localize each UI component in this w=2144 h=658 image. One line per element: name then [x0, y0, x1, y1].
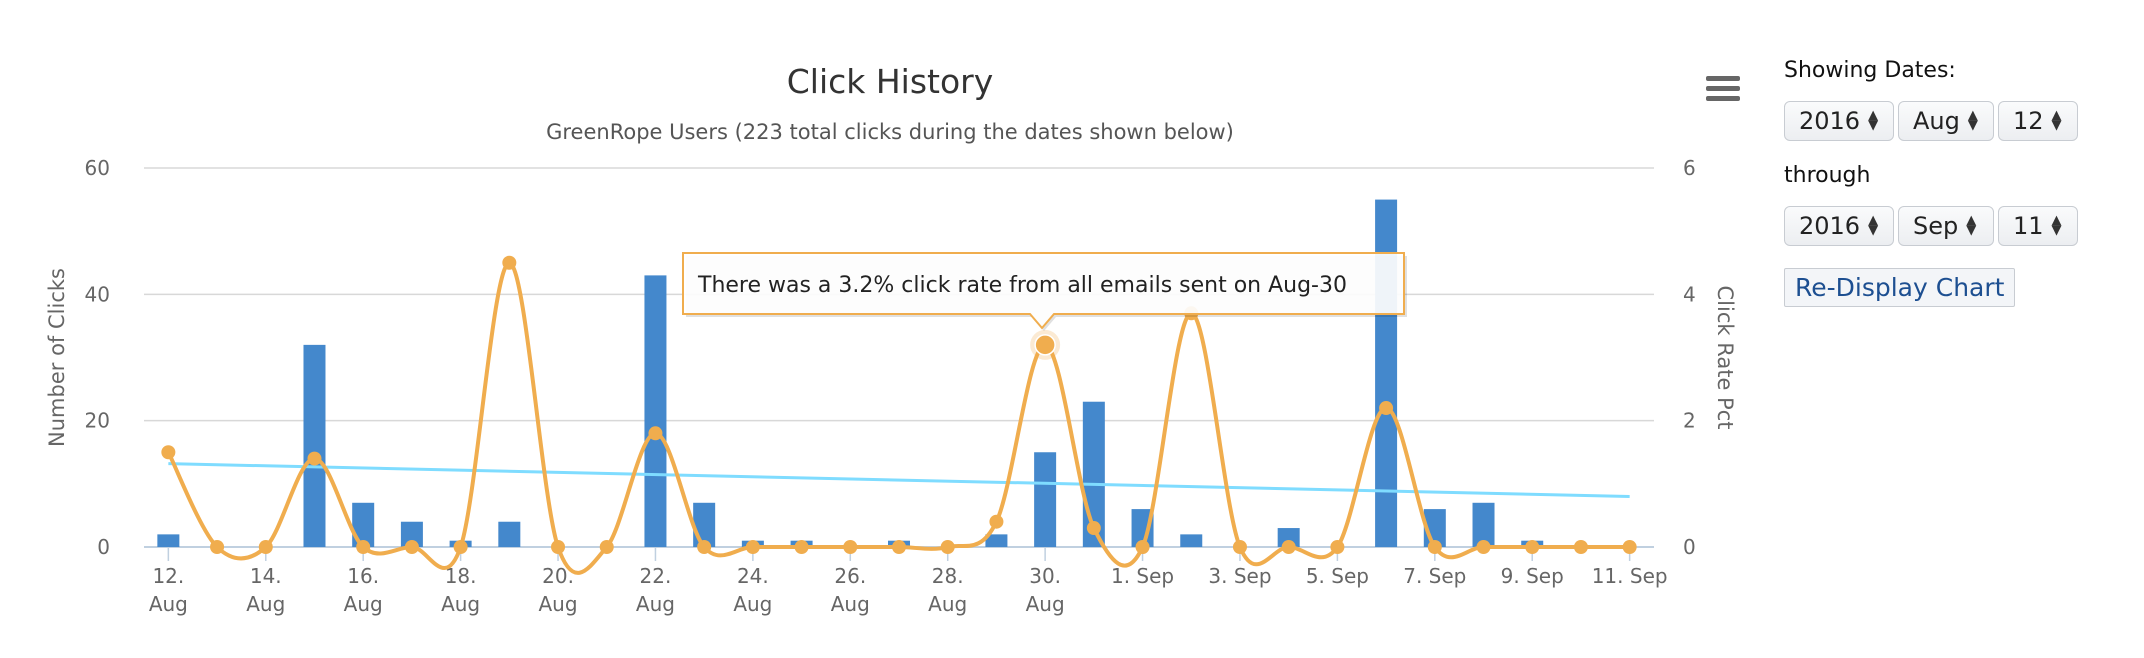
click-rate-point: [1135, 540, 1150, 554]
bar: [303, 344, 326, 547]
y-left-tick-label: 40: [85, 282, 110, 306]
y-right-tick-label: 2: [1683, 409, 1696, 433]
to-day-select[interactable]: 11 ▲ ▼: [1998, 206, 2078, 246]
bar: [498, 521, 521, 547]
bar: [644, 275, 667, 547]
click-rate-point: [1476, 540, 1491, 554]
x-tick-label: Aug: [1026, 592, 1065, 616]
updown-icon: ▲ ▼: [1966, 213, 1977, 238]
click-rate-point: [599, 540, 614, 554]
click-rate-point: [843, 540, 858, 554]
click-rate-point: [745, 540, 760, 554]
updown-icon: ▲ ▼: [2051, 108, 2062, 133]
click-rate-point: [892, 540, 906, 554]
x-tick-label: Aug: [344, 592, 383, 616]
x-tick-label: 16.: [347, 564, 379, 588]
click-rate-point: [453, 540, 468, 554]
y-right-axis-title: Click Rate Pct: [1713, 286, 1737, 430]
click-rate-point: [1622, 540, 1637, 554]
click-rate-point: [356, 540, 371, 554]
click-rate-point: [1086, 521, 1101, 536]
x-tick-label: 24.: [737, 564, 769, 588]
y-left-tick-label: 20: [85, 409, 110, 433]
x-tick-label: 7. Sep: [1403, 564, 1466, 588]
bar: [1180, 534, 1203, 547]
x-tick-label: 9. Sep: [1501, 564, 1564, 588]
click-rate-point: [502, 255, 517, 270]
showing-dates-label: Showing Dates:: [1784, 58, 1956, 83]
x-tick-label: Aug: [831, 592, 870, 616]
click-rate-point: [1379, 401, 1394, 416]
x-tick-label: 30.: [1029, 564, 1061, 588]
click-rate-point: [161, 445, 176, 460]
bar: [1034, 452, 1057, 547]
redisplay-chart-button[interactable]: Re-Display Chart: [1784, 268, 2016, 307]
from-month-select[interactable]: Aug ▲ ▼: [1898, 101, 1994, 141]
x-tick-label: 1. Sep: [1111, 564, 1174, 588]
x-tick-label: Aug: [441, 592, 480, 616]
click-rate-point: [404, 540, 419, 554]
x-tick-label: Aug: [928, 592, 967, 616]
x-tick-label: Aug: [636, 592, 675, 616]
click-rate-point: [258, 540, 273, 554]
updown-icon: ▲ ▼: [1868, 108, 1879, 133]
click-rate-point: [794, 540, 809, 554]
click-rate-point: [1573, 540, 1588, 554]
click-rate-point: [210, 540, 225, 554]
hovered-point: [1034, 334, 1056, 356]
click-rate-point: [1232, 540, 1247, 554]
click-rate-point: [1330, 540, 1345, 554]
through-label: through: [1784, 163, 1871, 188]
x-tick-label: 22.: [640, 564, 672, 588]
y-right-tick-label: 4: [1683, 282, 1696, 306]
y-left-tick-label: 60: [85, 156, 110, 180]
click-rate-point: [307, 451, 322, 466]
from-year-select[interactable]: 2016 ▲ ▼: [1784, 101, 1894, 141]
click-rate-point: [551, 540, 566, 554]
x-tick-label: 26.: [834, 564, 866, 588]
x-tick-label: 3. Sep: [1208, 564, 1271, 588]
chart-title: Click History: [787, 62, 994, 101]
updown-icon: ▲ ▼: [1967, 108, 1978, 133]
bar: [1375, 199, 1398, 548]
x-tick-label: 5. Sep: [1306, 564, 1369, 588]
x-tick-label: Aug: [539, 592, 578, 616]
click-rate-point: [940, 540, 955, 554]
x-tick-label: Aug: [246, 592, 285, 616]
x-tick-label: 14.: [250, 564, 282, 588]
tooltip-text: There was a 3.2% click rate from all ema…: [697, 273, 1347, 298]
chart-subtitle: GreenRope Users (223 total clicks during…: [546, 120, 1234, 144]
x-tick-label: Aug: [149, 592, 188, 616]
hamburger-menu-icon[interactable]: [1706, 76, 1740, 106]
y-left-axis-title: Number of Clicks: [45, 268, 69, 447]
x-tick-label: 11. Sep: [1592, 564, 1668, 588]
x-tick-label: Aug: [733, 592, 772, 616]
x-tick-label: 28.: [932, 564, 964, 588]
to-month-select[interactable]: Sep ▲ ▼: [1898, 206, 1994, 246]
to-year-select[interactable]: 2016 ▲ ▼: [1784, 206, 1894, 246]
y-right-tick-label: 0: [1683, 535, 1696, 559]
click-rate-point: [989, 514, 1004, 529]
click-rate-point: [1281, 540, 1296, 554]
click-rate-point: [697, 540, 712, 554]
updown-icon: ▲ ▼: [1868, 213, 1879, 238]
click-rate-point: [1427, 540, 1442, 554]
x-tick-label: 12.: [152, 564, 184, 588]
updown-icon: ▲ ▼: [2051, 213, 2062, 238]
click-rate-point: [648, 426, 663, 441]
bar: [157, 534, 180, 547]
date-range-panel: Showing Dates: 2016 ▲ ▼ Aug ▲ ▼ 12 ▲ ▼ through…: [1784, 58, 2124, 307]
y-right-tick-label: 6: [1683, 156, 1696, 180]
click-rate-point: [1525, 540, 1540, 554]
y-left-tick-label: 0: [97, 535, 110, 559]
from-day-select[interactable]: 12 ▲ ▼: [1998, 101, 2078, 141]
